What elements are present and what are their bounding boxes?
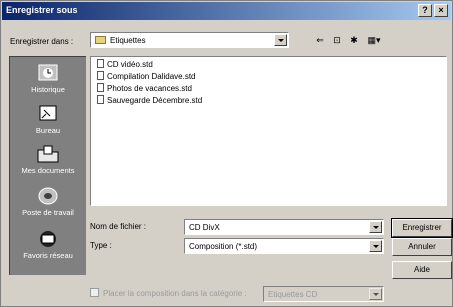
up-folder-icon[interactable]: ⊡ <box>330 34 344 46</box>
save-button[interactable]: Enregistrer <box>391 218 453 238</box>
location-dropdown-button[interactable] <box>274 34 287 46</box>
place-my-documents[interactable]: Mes documents <box>10 144 86 175</box>
place-label: Bureau <box>35 126 61 135</box>
computer-icon <box>38 187 58 205</box>
file-list[interactable]: CD vidéo.std Compilation Dalidave.std Ph… <box>90 56 447 206</box>
cancel-button[interactable]: Annuler <box>392 238 452 256</box>
place-label: Mes documents <box>21 166 75 175</box>
list-item[interactable]: Compilation Dalidave.std <box>97 71 196 83</box>
title-bar: Enregistrer sous ? × <box>2 2 451 20</box>
new-folder-icon[interactable]: ✱ <box>347 34 361 46</box>
category-value: Etiquettes CD <box>268 290 318 299</box>
file-icon <box>97 59 104 69</box>
category-select[interactable]: Etiquettes CD <box>263 286 384 302</box>
documents-icon <box>37 145 59 163</box>
file-icon <box>97 71 104 81</box>
location-label: Enregistrer dans : <box>10 37 74 46</box>
dialog-title: Enregistrer sous <box>6 5 78 15</box>
filetype-dropdown-button[interactable] <box>369 240 382 252</box>
place-my-computer[interactable]: Poste de travail <box>10 186 86 217</box>
history-icon <box>38 64 58 81</box>
place-label: Poste de travail <box>22 208 74 217</box>
save-as-dialog: Enregistrer sous ? × Enregistrer dans : … <box>0 0 453 307</box>
file-icon <box>97 83 104 93</box>
list-item[interactable]: Photos de vacances.std <box>97 83 192 95</box>
filename-input[interactable]: CD DivX <box>184 219 384 235</box>
category-label: Placer la composition dans la catégorie … <box>103 289 247 298</box>
close-button[interactable]: × <box>434 4 448 17</box>
location-combo[interactable]: Etiquettes <box>90 32 289 48</box>
place-label: Historique <box>31 85 65 94</box>
category-dropdown-button[interactable] <box>369 288 382 300</box>
place-history[interactable]: Historique <box>10 63 86 94</box>
place-label: Favoris réseau <box>23 251 73 260</box>
filename-label: Nom de fichier : <box>90 222 147 231</box>
places-bar: Historique Bureau Mes documents Poste de… <box>9 56 86 275</box>
place-desktop[interactable]: Bureau <box>10 104 86 135</box>
filetype-select[interactable]: Composition (*.std) <box>184 238 384 254</box>
filetype-label: Type : <box>90 241 112 250</box>
location-value: Etiquettes <box>110 36 146 45</box>
back-icon[interactable]: ⇐ <box>313 34 327 46</box>
category-checkbox[interactable] <box>90 288 99 297</box>
list-item[interactable]: CD vidéo.std <box>97 59 153 71</box>
list-item[interactable]: Sauvegarde Décembre.std <box>97 95 202 107</box>
folder-icon <box>95 36 106 44</box>
file-icon <box>97 95 104 105</box>
help-button[interactable]: Aide <box>392 261 452 279</box>
filetype-value: Composition (*.std) <box>189 242 258 251</box>
place-network[interactable]: Favoris réseau <box>10 229 86 260</box>
network-icon <box>40 231 56 247</box>
filename-value: CD DivX <box>189 223 220 232</box>
desktop-icon <box>39 105 57 121</box>
help-title-button[interactable]: ? <box>418 4 432 17</box>
filename-dropdown-button[interactable] <box>369 221 382 233</box>
view-menu-icon[interactable]: ▦▾ <box>364 34 384 46</box>
